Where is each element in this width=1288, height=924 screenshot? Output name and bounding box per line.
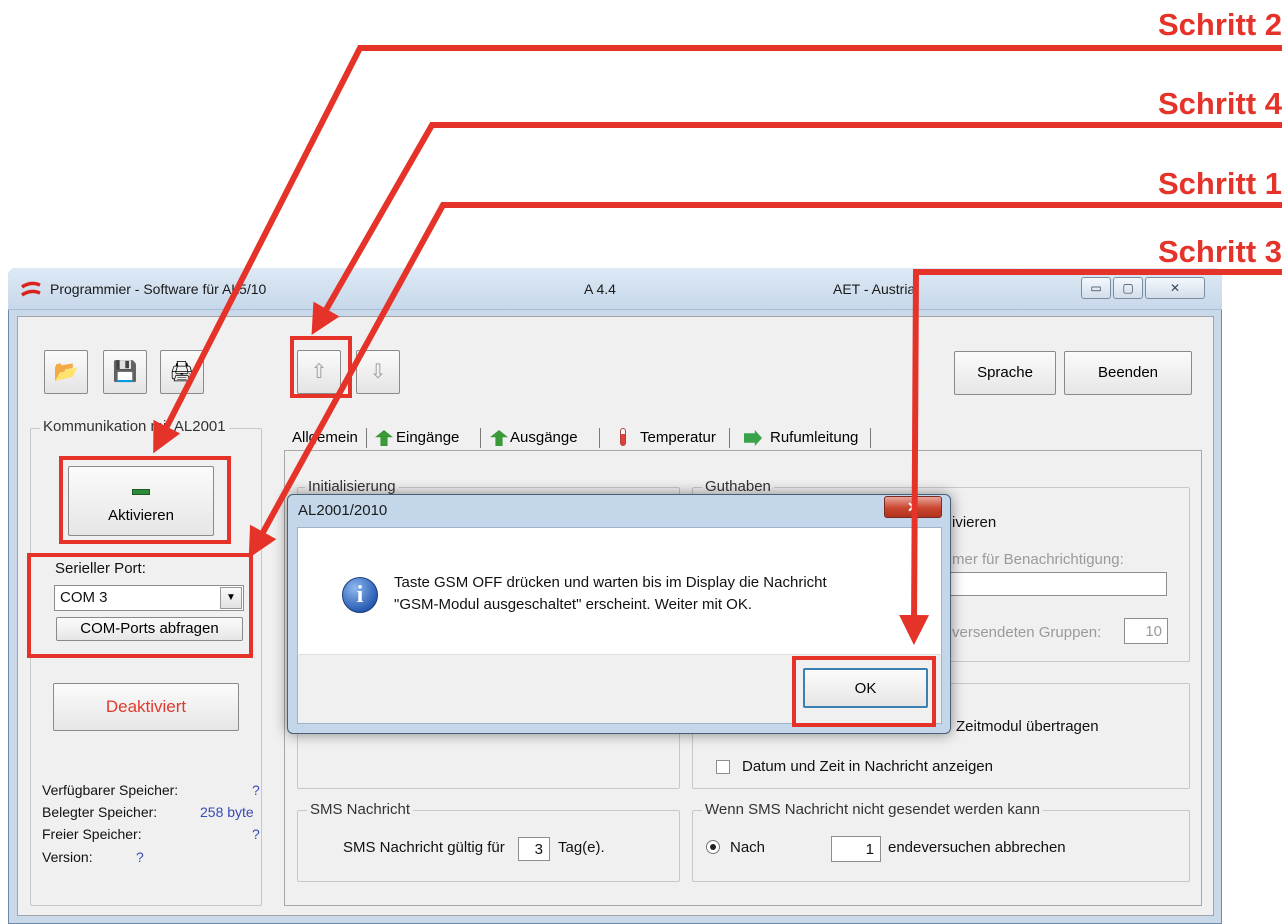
date-time-label: Datum und Zeit in Nachricht anzeigen [742,758,993,775]
sms-validity-unit: Tag(e). [558,839,605,856]
version-label: A 4.4 [584,281,616,297]
radio-dot [710,844,716,850]
floppy-disk-icon: 💾 [112,361,138,383]
printer-icon: 🖨 [169,361,195,383]
maximize-icon: ▢ [1122,281,1134,295]
credit-group-title: Guthaben [702,478,774,495]
step-4-label: Schritt 4 [1157,86,1282,121]
status-deactivated: Deaktiviert [53,683,239,731]
thermometer-icon [620,428,626,446]
used-memory-label: Belegter Speicher: [42,804,158,820]
highlight-upload-button [290,336,352,398]
download-arrow-icon: ⇩ [369,361,387,383]
highlight-serial-port [27,553,253,658]
minimize-button[interactable]: ▭ [1081,277,1111,299]
retries-value: 1 [865,841,874,858]
close-icon: ✕ [1169,281,1181,295]
info-icon: i [342,577,378,613]
tab-divider [870,428,871,448]
activate-partial-label: ivieren [952,514,997,531]
tab-divider [480,428,481,448]
window-title: Programmier - Software für AL5/10 [50,281,267,297]
dialog-message-line2: "GSM-Modul ausgeschaltet" erscheint. Wei… [394,596,753,613]
used-memory-value: 258 byte [200,804,254,820]
available-memory-label: Verfügbarer Speicher: [42,782,179,798]
after-radio[interactable] [706,840,720,854]
tab-divider [599,428,600,448]
dialog-message-line1: Taste GSM OFF drücken und warten bis im … [394,574,827,591]
notification-number-label: mer für Benachrichtigung: [952,551,1124,568]
dialog-close-button[interactable]: ✕ [884,496,942,518]
version-info-label: Version: [42,849,93,865]
download-button[interactable]: ⇩ [356,350,400,394]
step-1-label: Schritt 1 [1157,166,1282,201]
tab-allgemein[interactable]: Allgemein [288,424,362,452]
sms-validity-label: SMS Nachricht gültig für [343,839,505,856]
open-button[interactable]: 📂 [44,350,88,394]
notification-number-input[interactable] [945,572,1167,596]
tab-divider [729,428,730,448]
tab-temperatur[interactable]: Temperatur [636,424,720,452]
after-label: Nach [730,839,766,856]
sms-validity-value: 3 [534,841,543,858]
step-3-label: Schritt 3 [1157,234,1282,269]
tab-rufumleitung[interactable]: Rufumleitung [766,424,862,452]
company-label: AET - Austria [833,281,916,297]
close-icon: ✕ [907,499,919,515]
tab-divider [366,428,367,448]
close-button[interactable]: ✕ [1145,277,1205,299]
sms-validity-input[interactable]: 3 [518,837,550,861]
dialog-title: AL2001/2010 [298,502,388,519]
communication-group-title: Kommunikation mit AL2001 [40,418,229,435]
free-memory-label: Freier Speicher: [42,826,142,842]
highlight-ok-button [792,656,936,727]
language-button[interactable]: Sprache [954,351,1056,395]
step-2-label: Schritt 2 [1157,7,1282,42]
save-button[interactable]: 💾 [103,350,147,394]
maximize-button[interactable]: ▢ [1113,277,1143,299]
exit-button[interactable]: Beenden [1064,351,1192,395]
folder-open-icon: 📂 [53,361,79,383]
retries-input[interactable]: 1 [831,836,881,862]
sent-groups-label: versendeten Gruppen: [952,624,1102,641]
version-info-value: ? [136,849,144,865]
sent-groups-value: 10 [1145,623,1162,640]
sms-fail-group-title: Wenn SMS Nachricht nicht gesendet werden… [702,801,1043,818]
minimize-icon: ▭ [1090,281,1102,295]
retries-abort-label: endeversuchen abbrechen [888,839,1066,856]
initialization-group-title: Initialisierung [305,478,399,495]
tab-ausgaenge[interactable]: Ausgänge [506,424,582,452]
highlight-activate-button [59,456,231,544]
tab-eingaenge[interactable]: Eingänge [392,424,463,452]
sent-groups-input[interactable]: 10 [1124,618,1168,644]
date-time-checkbox[interactable] [716,760,730,774]
print-button[interactable]: 🖨 [160,350,204,394]
app-logo-icon [20,281,42,299]
available-memory-value: ? [252,782,260,798]
sms-group-title: SMS Nachricht [307,801,414,818]
time-module-label: Zeitmodul übertragen [956,718,1099,735]
free-memory-value: ? [252,826,260,842]
